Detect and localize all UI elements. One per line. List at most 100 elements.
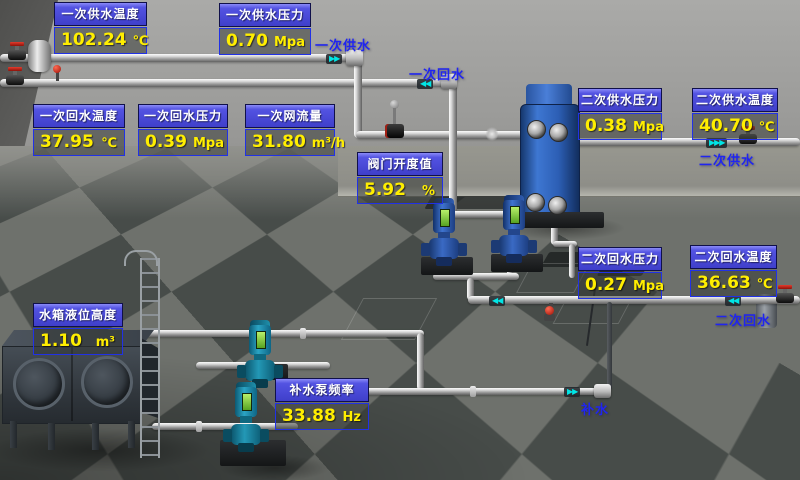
gauge-secondary-supply-temp: 二次供水温度 40.70 ℃ xyxy=(692,88,778,140)
drain-valve[interactable] xyxy=(545,306,554,315)
gauge-value-box: 33.88 Hz xyxy=(275,403,369,430)
gauge-title: 一次回水压力 xyxy=(138,104,228,128)
pipe-label-makeup: 补水 xyxy=(581,399,609,418)
gauge-value: 0.39 xyxy=(145,132,187,152)
pipe-crossing-marker xyxy=(486,126,498,142)
pump-flange xyxy=(260,429,269,442)
tank-manhole-icon xyxy=(13,358,65,410)
shutoff-valve[interactable] xyxy=(8,42,26,60)
shutoff-valve[interactable] xyxy=(776,285,794,303)
flow-arrow-left-icon: ◀◀ xyxy=(725,296,741,306)
pump-base xyxy=(238,443,254,452)
gauge-title: 二次供水压力 xyxy=(578,88,662,112)
gauge-value-box: 5.92 % xyxy=(357,177,443,204)
flow-arrow-left-icon: ◀◀ xyxy=(489,296,505,306)
gauge-unit: % xyxy=(422,184,435,199)
gauge-unit: ℃ xyxy=(759,120,775,135)
flow-arrow-right-icon: ▶▶ xyxy=(564,387,580,397)
gauge-value-box: 36.63 ℃ xyxy=(690,270,777,297)
hx-port-top-right xyxy=(549,123,568,142)
gauge-title: 补水泵频率 xyxy=(275,378,369,402)
tank-leg xyxy=(10,421,17,448)
gauge-value-box: 31.80 m³/h xyxy=(245,129,335,156)
pipe-coupling xyxy=(196,421,202,432)
gauge-value: 1.10 xyxy=(40,331,82,351)
gauge-title: 一次回水温度 xyxy=(33,104,125,128)
pump-base xyxy=(506,254,522,263)
ladder-hook-icon xyxy=(124,250,158,266)
gauge-unit: Mpa xyxy=(193,136,224,151)
gauge-title: 阀门开度值 xyxy=(357,152,443,176)
gauge-primary-supply-temp: 一次供水温度 102.24 ℃ xyxy=(54,2,147,54)
makeup-pump-1[interactable] xyxy=(240,320,280,382)
pump-status-indicator xyxy=(440,209,450,227)
shutoff-valve[interactable] xyxy=(6,67,24,85)
pump-flange xyxy=(528,240,537,253)
tank-ladder-icon xyxy=(140,258,160,458)
pipe-flange xyxy=(594,384,611,398)
pump-flange xyxy=(237,365,246,378)
gauge-value: 33.88 xyxy=(282,406,336,426)
gauge-primary-supply-pressure: 一次供水压力 0.70 Mpa xyxy=(219,3,311,55)
circulation-pump-1[interactable] xyxy=(424,198,464,266)
pipe-supply-downcomer xyxy=(354,58,362,138)
pump-status-indicator xyxy=(242,393,252,411)
pump-volute xyxy=(231,424,261,445)
pipe-tank-outlet xyxy=(136,330,424,337)
valve-body xyxy=(6,75,24,85)
pump-flange xyxy=(223,429,232,442)
valve-body xyxy=(8,50,26,60)
gauge-value: 0.70 xyxy=(226,31,268,51)
gauge-unit: ℃ xyxy=(133,34,149,49)
gauge-value: 40.70 xyxy=(699,116,753,136)
pump-status-indicator xyxy=(510,206,520,224)
gauge-secondary-supply-pressure: 二次供水压力 0.38 Mpa xyxy=(578,88,662,140)
gauge-title: 一次网流量 xyxy=(245,104,335,128)
gauge-value: 102.24 xyxy=(61,30,127,50)
gauge-value-box: 37.95 ℃ xyxy=(33,129,125,156)
pipe-makeup-riser xyxy=(607,302,612,390)
pump-flange xyxy=(274,365,283,378)
gauge-primary-return-temp: 一次回水温度 37.95 ℃ xyxy=(33,104,125,156)
makeup-pump-2[interactable] xyxy=(226,382,266,448)
gauge-unit: Mpa xyxy=(274,35,305,50)
gauge-unit: ℃ xyxy=(757,277,773,292)
gauge-secondary-return-temp: 二次回水温度 36.63 ℃ xyxy=(690,245,777,297)
gauge-value-box: 0.39 Mpa xyxy=(138,129,228,156)
pump-volute xyxy=(499,235,529,256)
gauge-value-box: 102.24 ℃ xyxy=(54,27,147,54)
gauge-value: 5.92 xyxy=(364,180,406,200)
gauge-primary-flow: 一次网流量 31.80 m³/h xyxy=(245,104,335,156)
pipe-primary-return xyxy=(0,79,450,87)
pump-status-indicator xyxy=(256,331,266,349)
gauge-title: 二次回水温度 xyxy=(690,245,777,269)
pipe-label-secondary-supply: 二次供水 xyxy=(699,150,755,169)
pump-volute xyxy=(245,360,275,381)
pump-base xyxy=(436,257,452,266)
tank-panel-seam xyxy=(71,347,73,421)
pump-neck xyxy=(240,416,252,423)
tank-leg xyxy=(128,421,135,448)
control-valve[interactable] xyxy=(385,124,404,138)
gauge-value-box: 1.10 m³ xyxy=(33,328,123,355)
pipe-coupling xyxy=(300,328,306,339)
pressure-tap-icon xyxy=(53,65,61,73)
gauge-unit: m³ xyxy=(96,335,115,350)
gauge-value: 36.63 xyxy=(697,273,751,293)
tank-manhole-icon xyxy=(81,356,133,408)
gauge-value: 0.27 xyxy=(585,275,627,295)
pipe-coupling xyxy=(470,386,476,397)
gauge-tank-level: 水箱液位高度 1.10 m³ xyxy=(33,303,123,355)
circulation-pump-2[interactable] xyxy=(494,195,534,263)
gauge-unit: Hz xyxy=(343,410,361,425)
hx-port-bottom-right xyxy=(548,196,567,215)
gauge-unit: ℃ xyxy=(101,136,117,151)
gauge-value: 0.38 xyxy=(585,116,627,136)
gauge-valve-opening: 阀门开度值 5.92 % xyxy=(357,152,443,204)
gauge-title: 一次供水温度 xyxy=(54,2,147,26)
gauge-title: 二次供水温度 xyxy=(692,88,778,112)
hmi-heating-station-scene: ▶▶ ◀◀ ▶▶▶ ◀◀ ◀◀ ▶▶ 一次供水 一次回水 二次供水 二次回水 补… xyxy=(0,0,800,480)
pipe-label-secondary-return: 二次回水 xyxy=(715,310,771,329)
gauge-value: 37.95 xyxy=(40,132,94,152)
gauge-title: 二次回水压力 xyxy=(578,247,662,271)
